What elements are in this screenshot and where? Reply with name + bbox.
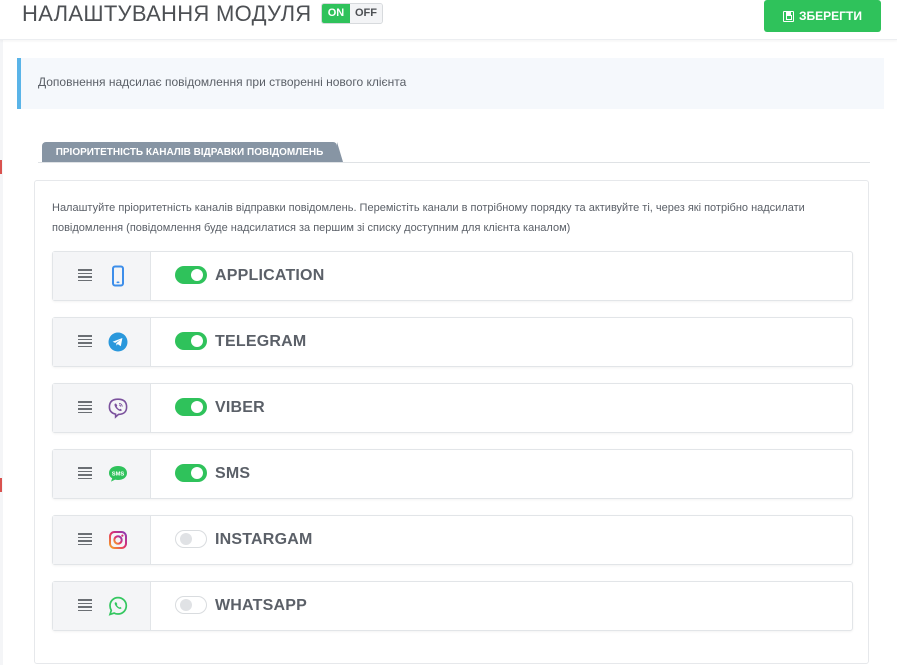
toggle-on-option[interactable]: ON — [322, 4, 350, 23]
save-button[interactable]: ЗБЕРЕГТИ — [764, 0, 881, 32]
error-marker — [0, 160, 2, 174]
channel-content-cell: SMS — [151, 450, 852, 498]
drag-handle-icon[interactable] — [78, 467, 92, 480]
channel-row[interactable]: SMS SMS — [52, 449, 853, 499]
mobile-phone-icon — [107, 265, 129, 287]
channel-content-cell: TELEGRAM — [151, 318, 852, 366]
channel-name: APPLICATION — [215, 267, 325, 284]
channel-name: VIBER — [215, 399, 265, 416]
channel-enable-switch[interactable] — [175, 398, 207, 416]
drag-handle-icon[interactable] — [78, 269, 92, 282]
channel-enable-switch[interactable] — [175, 266, 207, 284]
svg-text:SMS: SMS — [112, 471, 125, 477]
channels-panel: Налаштуйте пріоритетність каналів відпра… — [34, 180, 869, 664]
page-title: НАЛАШТУВАННЯ МОДУЛЯ — [22, 1, 312, 26]
drag-handle-icon[interactable] — [78, 599, 92, 612]
channel-handle-cell — [53, 582, 151, 630]
channel-handle-cell — [53, 318, 151, 366]
channel-row[interactable]: APPLICATION — [52, 251, 853, 301]
toggle-off-option[interactable]: OFF — [350, 4, 382, 23]
module-header: НАЛАШТУВАННЯ МОДУЛЯ ON OFF ЗБЕРЕГТИ — [0, 0, 897, 40]
info-alert: Доповнення надсилає повідомлення при ств… — [17, 58, 884, 109]
channel-content-cell: VIBER — [151, 384, 852, 432]
instagram-icon — [107, 529, 129, 551]
channel-name: TELEGRAM — [215, 333, 307, 350]
channel-handle-cell — [53, 516, 151, 564]
channel-handle-cell: SMS — [53, 450, 151, 498]
channel-row[interactable]: TELEGRAM — [52, 317, 853, 367]
viber-icon — [107, 397, 129, 419]
channel-handle-cell — [53, 252, 151, 300]
channel-content-cell: INSTARGAM — [151, 516, 852, 564]
channel-handle-cell — [53, 384, 151, 432]
info-alert-text: Доповнення надсилає повідомлення при ств… — [38, 75, 407, 89]
module-status-toggle[interactable]: ON OFF — [321, 3, 383, 24]
whatsapp-icon — [107, 595, 129, 617]
tab-divider — [38, 162, 870, 163]
channel-name: SMS — [215, 465, 251, 482]
channel-enable-switch[interactable] — [175, 530, 207, 548]
channel-enable-switch[interactable] — [175, 596, 207, 614]
drag-handle-icon[interactable] — [78, 401, 92, 414]
channel-row[interactable]: WHATSAPP — [52, 581, 853, 631]
channel-row[interactable]: INSTARGAM — [52, 515, 853, 565]
panel-description: Налаштуйте пріоритетність каналів відпра… — [52, 202, 805, 234]
sms-icon: SMS — [107, 463, 129, 485]
channel-row[interactable]: VIBER — [52, 383, 853, 433]
left-rule — [0, 0, 3, 665]
drag-handle-icon[interactable] — [78, 335, 92, 348]
channel-name: WHATSAPP — [215, 597, 307, 614]
channel-name: INSTARGAM — [215, 531, 313, 548]
telegram-icon — [107, 331, 129, 353]
channel-content-cell: WHATSAPP — [151, 582, 852, 630]
error-marker — [0, 478, 2, 492]
channel-enable-switch[interactable] — [175, 464, 207, 482]
drag-handle-icon[interactable] — [78, 533, 92, 546]
tab-channel-priority[interactable]: ПРІОРИТЕТНІСТЬ КАНАЛІВ ВІДРАВКИ ПОВІДОМЛ… — [42, 142, 343, 162]
channel-content-cell: APPLICATION — [151, 252, 852, 300]
save-button-label: ЗБЕРЕГТИ — [799, 9, 862, 23]
page: НАЛАШТУВАННЯ МОДУЛЯ ON OFF ЗБЕРЕГТИ Допо… — [0, 0, 897, 665]
channel-enable-switch[interactable] — [175, 332, 207, 350]
floppy-disk-icon — [783, 10, 795, 22]
